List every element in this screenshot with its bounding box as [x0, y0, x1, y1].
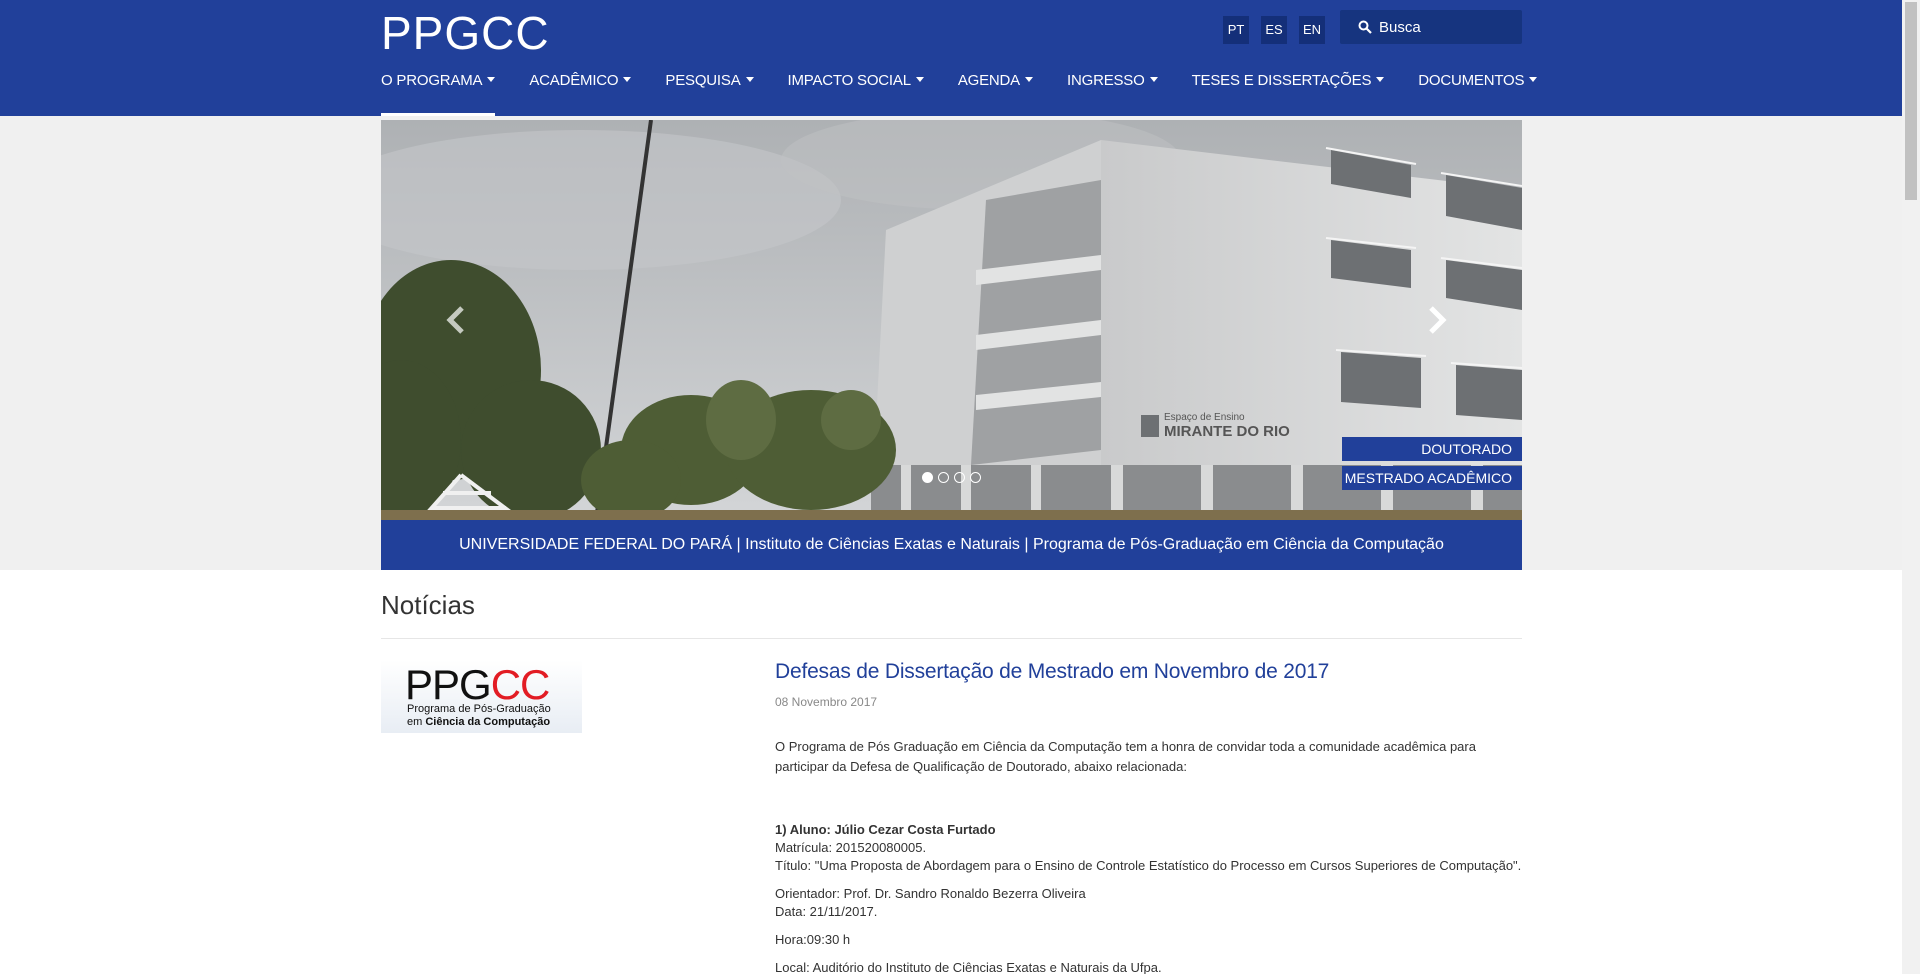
caret-down-icon: [915, 77, 924, 82]
image-carousel: Espaço de Ensino MIRANTE DO RIO DOUTORAD…: [381, 120, 1522, 520]
caret-down-icon: [745, 77, 754, 82]
lang-pt-button[interactable]: PT: [1223, 16, 1249, 44]
main-nav: O PROGRAMA ACADÊMICO PESQUISA IMPACTO SO…: [381, 72, 1571, 116]
article-matricula: Matrícula: 201520080005.: [775, 840, 927, 855]
mestrado-academico-link[interactable]: MESTRADO ACADÊMICO: [1342, 466, 1522, 490]
site-logo[interactable]: PPGCC: [381, 6, 550, 60]
building-sign-line2: MIRANTE DO RIO: [1164, 423, 1290, 440]
caret-down-icon: [1376, 77, 1385, 82]
scrollbar-thumb[interactable]: [1905, 2, 1917, 200]
section-title: Notícias: [381, 590, 475, 620]
carousel-prev-icon[interactable]: [436, 300, 476, 340]
nav-ingresso[interactable]: INGRESSO: [1067, 72, 1158, 116]
article-intro: O Programa de Pós Graduação em Ciência d…: [775, 739, 1476, 774]
article-local: Local: Auditório do Instituto de Ciência…: [775, 960, 1162, 974]
nav-impacto-social[interactable]: IMPACTO SOCIAL: [788, 72, 924, 116]
search-icon: [1358, 20, 1372, 34]
nav-documentos[interactable]: DOCUMENTOS: [1418, 72, 1538, 116]
article-body: O Programa de Pós Graduação em Ciência d…: [775, 737, 1525, 974]
nav-academico[interactable]: ACADÊMICO: [529, 72, 632, 116]
carousel-next-icon[interactable]: [1417, 300, 1457, 340]
lang-en-button[interactable]: EN: [1299, 16, 1325, 44]
article-date: 08 Novembro 2017: [775, 695, 878, 709]
building-sign-line1: Espaço de Ensino: [1164, 412, 1245, 423]
carousel-indicators: [922, 472, 986, 483]
doutorado-link[interactable]: DOUTORADO: [1342, 437, 1522, 461]
thumb-logo: PPGCC: [405, 661, 550, 708]
article-titulo: Título: "Uma Proposta de Abordagem para …: [775, 858, 1522, 873]
divider: [381, 638, 1522, 639]
search-box[interactable]: [1340, 10, 1522, 44]
carousel-dot[interactable]: [938, 472, 949, 483]
article-orientador: Orientador: Prof. Dr. Sandro Ronaldo Bez…: [775, 886, 1086, 901]
caret-down-icon: [487, 77, 496, 82]
carousel-dot[interactable]: [954, 472, 965, 483]
lang-es-button[interactable]: ES: [1261, 16, 1287, 44]
nav-o-programa[interactable]: O PROGRAMA: [381, 72, 496, 116]
caret-down-icon: [1149, 77, 1158, 82]
caret-down-icon: [623, 77, 632, 82]
news-thumbnail[interactable]: PPGCC Programa de Pós-Graduação em Ciênc…: [381, 660, 582, 733]
nav-pesquisa[interactable]: PESQUISA: [665, 72, 754, 116]
thumb-subtitle-1: Programa de Pós-Graduação: [407, 703, 551, 715]
nav-teses-dissertacoes[interactable]: TESES E DISSERTAÇÕES: [1192, 72, 1385, 116]
university-bar: UNIVERSIDADE FEDERAL DO PARÁ | Instituto…: [381, 520, 1522, 570]
article-hora: Hora:09:30 h: [775, 932, 851, 947]
page-scrollbar[interactable]: [1902, 0, 1920, 974]
article-student: 1) Aluno: Júlio Cezar Costa Furtado: [775, 822, 996, 837]
caret-down-icon: [1529, 77, 1538, 82]
article-title-link[interactable]: Defesas de Dissertação de Mestrado em No…: [775, 660, 1329, 684]
article-data: Data: 21/11/2017.: [775, 904, 878, 919]
nav-agenda[interactable]: AGENDA: [958, 72, 1033, 116]
carousel-dot[interactable]: [922, 472, 933, 483]
caret-down-icon: [1025, 77, 1033, 82]
carousel-dot[interactable]: [970, 472, 981, 483]
site-header: PPGCC PT ES EN O PROGRAMA ACADÊMICO PESQ…: [0, 0, 1902, 116]
search-input[interactable]: [1379, 18, 1509, 36]
thumb-subtitle-2: em Ciência da Computação: [407, 716, 551, 728]
